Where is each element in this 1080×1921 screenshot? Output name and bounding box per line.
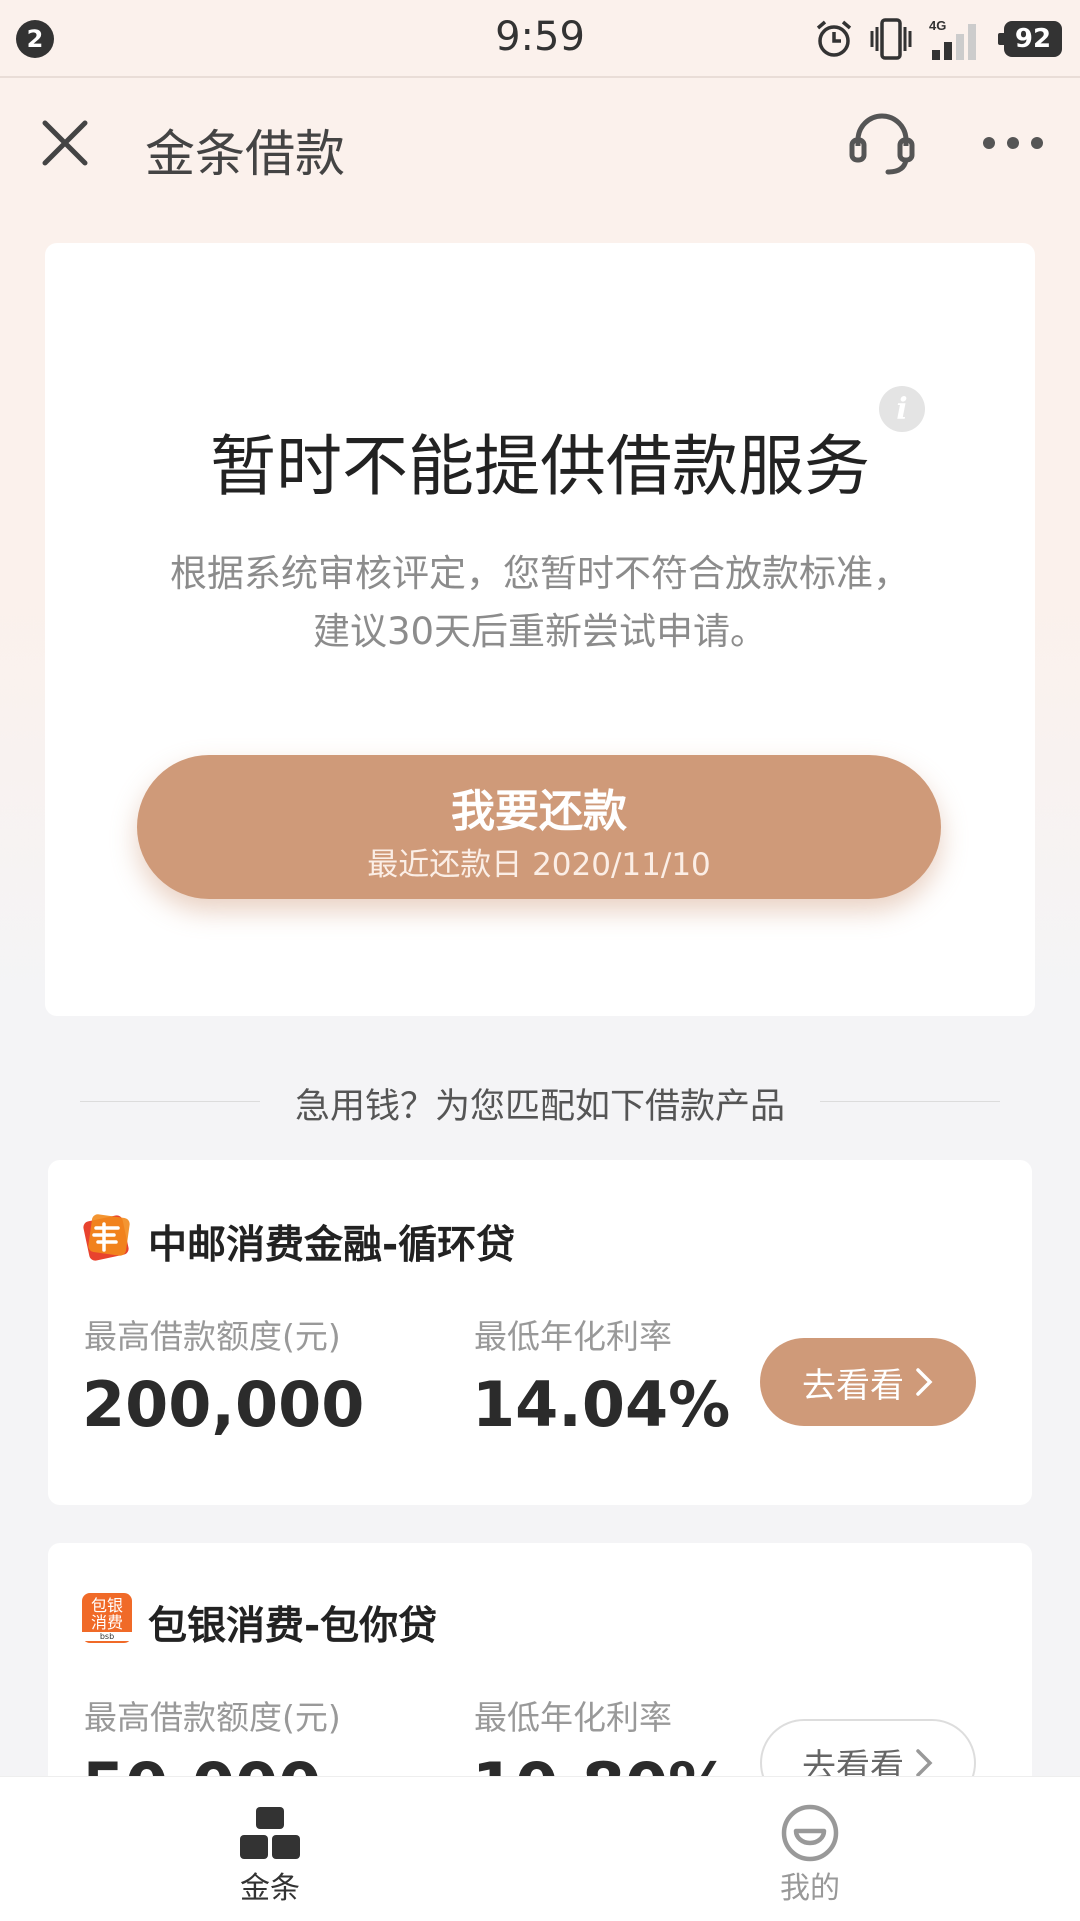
divider-line-right bbox=[820, 1101, 1000, 1102]
status-description-line-2: 建议30天后重新尝试申请。 bbox=[312, 610, 768, 653]
nav-bar: 金条借款 bbox=[0, 78, 1080, 208]
repay-button[interactable]: 我要还款 最近还款日 2020/11/10 bbox=[137, 755, 941, 899]
product-card[interactable]: 中邮消费金融-循环贷 最高借款额度(元) 200,000 最低年化利率 14.0… bbox=[48, 1160, 1032, 1505]
repay-button-label: 我要还款 bbox=[451, 786, 627, 837]
max-limit-label: 最高借款额度(元) bbox=[84, 1317, 341, 1356]
min-rate-label: 最低年化利率 bbox=[474, 1698, 672, 1737]
tab-mine[interactable]: 我的 bbox=[710, 1777, 910, 1921]
china-post-logo-icon bbox=[83, 1214, 130, 1261]
repay-due-date: 最近还款日 2020/11/10 bbox=[367, 847, 711, 883]
customer-service-headset-icon[interactable] bbox=[846, 108, 918, 180]
recommend-section-title: 急用钱？为您匹配如下借款产品 bbox=[294, 1087, 785, 1127]
status-bar: 2 9:59 4G 92 bbox=[0, 0, 1080, 78]
page-title: 金条借款 bbox=[145, 125, 345, 183]
product-name: 中邮消费金融-循环贷 bbox=[148, 1223, 516, 1268]
baoyin-logo-small: bsb bbox=[82, 1632, 132, 1641]
battery-indicator: 92 bbox=[998, 21, 1062, 57]
baoyin-logo-icon: 包银 消费 bsb bbox=[82, 1593, 132, 1643]
status-description: 根据系统审核评定，您暂时不符合放款标准， 建议30天后重新尝试申请。 bbox=[105, 545, 975, 661]
network-type-label: 4G bbox=[929, 18, 946, 33]
alarm-clock-icon bbox=[816, 20, 852, 57]
tab-label: 我的 bbox=[780, 1871, 840, 1906]
product-name: 包银消费-包你贷 bbox=[148, 1604, 438, 1649]
status-icons: 4G 92 bbox=[814, 16, 1062, 62]
min-rate-label: 最低年化利率 bbox=[474, 1317, 672, 1356]
smiley-profile-icon bbox=[781, 1804, 839, 1862]
recommend-section-header: 急用钱？为您匹配如下借款产品 bbox=[80, 1076, 1000, 1127]
loan-status-card: i 暂时不能提供借款服务 根据系统审核评定，您暂时不符合放款标准， 建议30天后… bbox=[45, 243, 1035, 1016]
tab-jintiao[interactable]: 金条 bbox=[170, 1777, 370, 1921]
min-rate-value: 14.04% bbox=[472, 1368, 731, 1441]
chevron-right-icon bbox=[916, 1749, 933, 1777]
more-options-icon[interactable] bbox=[980, 133, 1046, 153]
baoyin-logo-line-2: 消费 bbox=[90, 1613, 123, 1632]
close-icon[interactable] bbox=[40, 118, 90, 168]
cellular-signal-icon: 4G bbox=[929, 18, 976, 60]
view-product-button-label: 去看看 bbox=[802, 1365, 904, 1406]
tab-label: 金条 bbox=[240, 1871, 300, 1906]
vibrate-icon bbox=[870, 18, 912, 60]
bottom-tab-bar: 金条 我的 bbox=[0, 1776, 1080, 1921]
gold-bars-icon bbox=[240, 1807, 300, 1859]
chevron-right-icon bbox=[916, 1368, 933, 1396]
status-title: 暂时不能提供借款服务 bbox=[210, 428, 870, 505]
status-description-line-1: 根据系统审核评定，您暂时不符合放款标准， bbox=[170, 552, 910, 595]
baoyin-logo-line-1: 包银 bbox=[90, 1596, 123, 1615]
max-limit-label: 最高借款额度(元) bbox=[84, 1698, 341, 1737]
product-card[interactable]: 包银 消费 bsb 包银消费-包你贷 最高借款额度(元) 50,000 最低年化… bbox=[48, 1543, 1032, 1793]
max-limit-value: 200,000 bbox=[82, 1368, 365, 1441]
view-product-button[interactable]: 去看看 bbox=[760, 1338, 976, 1426]
